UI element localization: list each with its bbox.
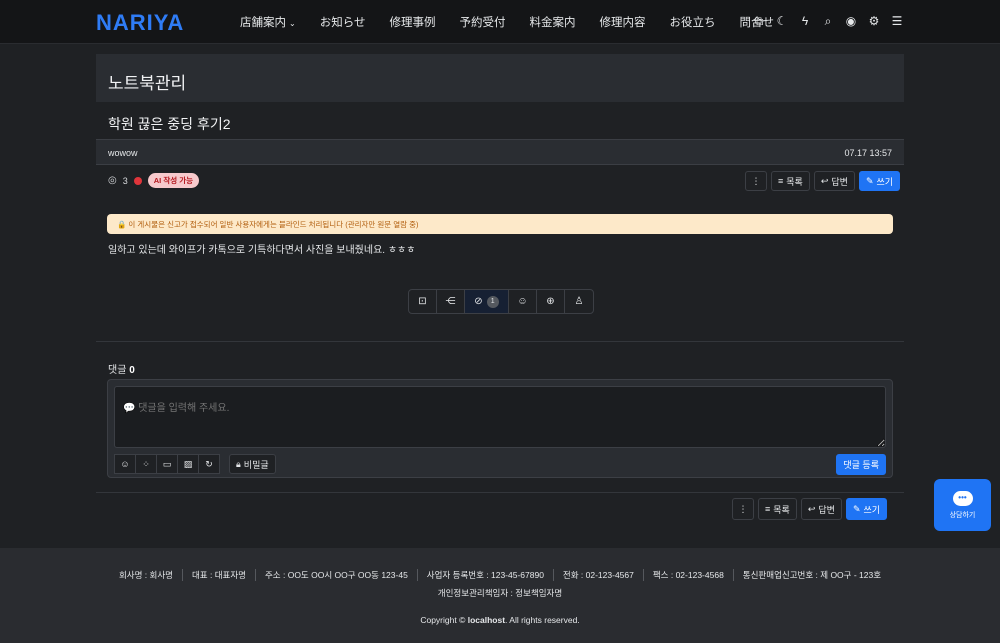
post-date: 07.17 13:57 <box>844 148 892 158</box>
site-logo[interactable]: NARIYA <box>96 10 184 36</box>
write-button[interactable]: ✎ 쓰기 <box>858 171 901 191</box>
post-top-buttons: ⋮ ≡ 목록 ↩ 답변 ✎ 쓰기 <box>745 171 901 191</box>
list-button[interactable]: ≡ 목록 <box>771 171 810 191</box>
footer-company-info: 회사명 : 회사명 대표 : 대표자명 주소 : OO도 OO시 OO구 OO동… <box>0 569 1000 581</box>
board-header: 노트북관리 <box>96 54 904 102</box>
comment-form: ☺ ⁘ ▭ ▨ ↻ 🔒︎비밀글 댓글 등록 <box>107 379 893 478</box>
refresh-icon[interactable]: ↻ <box>198 454 220 474</box>
post-action-bar: ⊡ ⋲ ⊘ 1 ☺ ⊕ ♙ <box>408 289 594 314</box>
view-count: 3 <box>122 175 128 186</box>
footer-ecommerce-number: 통신판매업신고번호 : 제 OO구 - 123호 <box>742 570 882 580</box>
divider <box>96 341 904 342</box>
more-button[interactable]: ⋮ <box>732 498 754 520</box>
nav-item-notice[interactable]: お知らせ <box>308 14 378 30</box>
comment-title: 댓글 0 <box>108 365 135 376</box>
site-footer: 회사명 : 회사명 대표 : 대표자명 주소 : OO도 OO시 OO구 OO동… <box>0 548 1000 643</box>
image-icon[interactable]: ▨ <box>177 454 199 474</box>
chat-bubble-icon: ••• <box>952 490 973 506</box>
list-button[interactable]: ≡ 목록 <box>758 498 797 520</box>
footer-ceo: 대표 : 대표자명 <box>183 569 256 581</box>
divider <box>96 492 904 493</box>
footer-address: 주소 : OO도 OO시 OO구 OO동 123-45 <box>256 569 418 581</box>
reply-icon: ↩ <box>820 175 829 186</box>
more-button[interactable]: ⋮ <box>745 171 767 191</box>
footer-phone: 전화 : 02-123-4567 <box>554 569 644 581</box>
pencil-icon: ✎ <box>865 175 874 186</box>
blind-notice: 🔒 이 게시물은 신고가 접수되어 일반 사용자에게는 블라인드 처리됩니다 (… <box>107 214 893 234</box>
reply-icon: ↩ <box>807 503 816 514</box>
gear-icon[interactable]: ⚙ <box>867 12 881 30</box>
nav-item-store[interactable]: 店舗案内 ⌄ <box>228 14 308 30</box>
board-title: 노트북관리 <box>108 74 187 93</box>
reply-button[interactable]: ↩ 답변 <box>813 171 855 191</box>
bolt-icon[interactable]: ϟ <box>798 12 812 30</box>
secret-toggle-button[interactable]: 🔒︎ 비밀글 <box>229 454 276 474</box>
alert-dot-icon <box>133 176 142 185</box>
ai-badge: AI 작성 가능 <box>147 173 200 188</box>
user-settings-icon[interactable]: ♙ <box>565 290 593 313</box>
chat-consult-label: 상담하기 <box>949 511 976 519</box>
post-body: 일하고 있는데 와이프가 카톡으로 기특하다면서 사진을 보내줬네요. ㅎㅎㅎ <box>108 245 416 256</box>
list-icon: ≡ <box>765 504 771 514</box>
video-icon[interactable]: ▭ <box>156 454 178 474</box>
top-navbar: NARIYA 店舗案内 ⌄ お知らせ 修理事例 予約受付 料金案内 修理内容 お役… <box>0 0 1000 44</box>
blind-count: 1 <box>486 295 499 308</box>
emoji-icon[interactable]: ☺ <box>509 290 537 313</box>
footer-privacy: 개인정보관리책임자 : 정보책임자명 <box>0 587 1000 599</box>
blind-toggle-button[interactable]: ⊘ 1 <box>465 290 509 313</box>
footer-privacy-officer: 개인정보관리책임자 : 정보책임자명 <box>437 588 563 598</box>
lock-icon: 🔒︎ <box>236 458 241 469</box>
reply-button[interactable]: ↩ 답변 <box>800 498 842 520</box>
pencil-icon: ✎ <box>852 503 861 514</box>
list-icon: ≡ <box>778 176 784 186</box>
translate-icon[interactable]: ⧉ <box>752 12 766 30</box>
nav-item-reservation[interactable]: 予約受付 <box>447 14 517 30</box>
post-title: 학원 끊은 중딩 후기2 <box>108 116 231 132</box>
menu-icon[interactable]: ☰ <box>890 12 904 30</box>
zoom-icon[interactable]: ⊕ <box>537 290 565 313</box>
emoji-icon[interactable]: ☺ <box>114 454 136 474</box>
toolbar-icons: ⧉ ☾ ϟ ⌕ ◉ ⚙ ☰ <box>752 12 904 30</box>
nav-item-pricing[interactable]: 料金案内 <box>517 14 587 30</box>
grid-icon[interactable]: ⁘ <box>135 454 157 474</box>
eye-icon: ◎ <box>108 175 117 186</box>
post-author[interactable]: wowow <box>108 148 138 158</box>
comment-input[interactable] <box>114 386 886 448</box>
post-stats: ◎ 3 AI 작성 가능 <box>108 173 200 188</box>
comment-submit-button[interactable]: 댓글 등록 <box>836 454 886 475</box>
chat-consult-button[interactable]: ••• 상담하기 <box>934 479 991 531</box>
nav-item-repair[interactable]: 修理内容 <box>587 14 657 30</box>
comment-count: 0 <box>129 365 135 376</box>
moon-icon[interactable]: ☾ <box>775 12 789 30</box>
footer-biz-number: 사업자 등록번호 : 123-45-67890 <box>418 569 554 581</box>
eye-off-icon: ⊘ <box>474 296 483 307</box>
post-meta-bar: wowow 07.17 13:57 <box>96 139 904 165</box>
post-bottom-buttons: ⋮ ≡ 목록 ↩ 답변 ✎ 쓰기 <box>732 498 888 520</box>
nav-item-cases[interactable]: 修理事例 <box>377 14 447 30</box>
footer-company: 회사명 : 회사명 <box>110 569 183 581</box>
chevron-down-icon: ⌄ <box>289 19 296 28</box>
main-nav: 店舗案内 ⌄ お知らせ 修理事例 予約受付 料金案内 修理内容 お役立ち 問合せ <box>228 0 786 44</box>
write-button[interactable]: ✎ 쓰기 <box>845 498 888 520</box>
footer-copyright: Copyright © localhost. All rights reserv… <box>420 615 580 625</box>
comment-tools: ☺ ⁘ ▭ ▨ ↻ <box>114 454 220 474</box>
user-icon[interactable]: ◉ <box>844 12 858 30</box>
search-icon[interactable]: ⌕ <box>821 12 835 30</box>
nav-item-tips[interactable]: お役立ち <box>657 14 727 30</box>
share-icon[interactable]: ⋲ <box>437 290 465 313</box>
footer-fax: 팩스 : 02-123-4568 <box>644 569 734 581</box>
bookmark-icon[interactable]: ⊡ <box>409 290 437 313</box>
footer-host: localhost <box>467 615 506 625</box>
